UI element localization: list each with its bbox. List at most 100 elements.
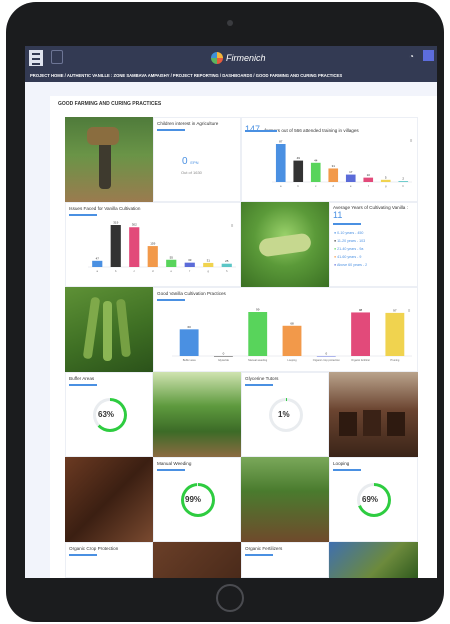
breadcrumb[interactable]: PROJECT HOME / AUTHENTIC VANILLE : ZONE … (25, 70, 437, 82)
bar (214, 356, 233, 357)
tablet-frame: Firmenich ◔ PROJECT HOME / AUTHENTIC VAN… (6, 2, 444, 622)
category-label: Organic fertilizer (351, 358, 370, 362)
bar (275, 144, 286, 182)
weeding-title: Manual Weeding (157, 461, 192, 466)
practices-card[interactable]: Good Vanilla Cultivation Practices ≡ 60 B… (153, 287, 418, 372)
category-label: g (208, 270, 210, 273)
category-label: e (350, 185, 352, 188)
bar (282, 325, 302, 356)
title-underline (333, 223, 361, 225)
data-label: 0 (223, 352, 225, 356)
title-underline (69, 554, 97, 556)
data-label: 44 (314, 158, 318, 162)
cured-vanilla-photo (329, 372, 418, 457)
category-label: d (152, 269, 154, 273)
practices-chart: 60 Buffer area 0 Glyceride 99 Manual weeding 6… (172, 308, 412, 362)
weeding-card[interactable]: Manual Weeding 99% (153, 457, 241, 542)
organic-crop-title: Organic Crop Protection (69, 546, 119, 551)
years-item-3: 21-40 years - 9a (337, 247, 364, 251)
category-label: b (298, 184, 300, 188)
logo-mark (211, 52, 223, 64)
organic-fert-card[interactable]: Organic Fertilizers (241, 542, 329, 578)
bar (316, 356, 336, 357)
category-label: Organic crop protection (313, 358, 341, 362)
menu-icon[interactable] (29, 50, 43, 66)
bar (398, 181, 409, 182)
bar (328, 168, 339, 182)
title-underline (245, 554, 273, 556)
years-item-2: 11-20 years - 103 (337, 239, 366, 243)
top-bar: Firmenich ◔ (25, 46, 437, 70)
buffer-value: 63% (98, 410, 115, 419)
children-card[interactable]: Children interest in Agriculture 0 EPN O… (153, 117, 241, 202)
data-label: 10 (367, 173, 371, 177)
vanilla-flower-photo (241, 202, 329, 287)
category-label: Pruning (390, 358, 399, 362)
data-label: 17 (349, 170, 353, 174)
looping-card[interactable]: Looping 69% (329, 457, 418, 542)
glyceride-value: 1% (278, 410, 290, 419)
children-unit: EPN (190, 160, 199, 165)
farmer-photo (65, 117, 153, 202)
data-label: 25 (225, 259, 229, 263)
data-label: 55 (170, 255, 174, 259)
bar (221, 263, 232, 267)
category-label: c (315, 185, 317, 188)
title-underline (157, 469, 185, 471)
vanilla-rows-photo (241, 457, 329, 542)
looping-value: 69% (362, 495, 379, 504)
page-title: GOOD FARMING AND CURING PRACTICES (58, 101, 162, 107)
bar (351, 312, 370, 356)
children-sub: Out of 1630 (181, 170, 202, 175)
vanilla-bundle-photo (153, 542, 241, 578)
looping-title: Looping (333, 461, 350, 466)
category-label: f (189, 269, 190, 273)
screen: Firmenich ◔ PROJECT HOME / AUTHENTIC VAN… (25, 46, 437, 578)
bar (92, 260, 103, 267)
data-label: 31 (332, 164, 336, 168)
bar (385, 312, 405, 356)
years-item-5: Above 60 years - 2 (336, 263, 368, 267)
data-label: 0 (325, 352, 327, 356)
home-button[interactable] (216, 584, 244, 612)
bar (110, 225, 121, 267)
camera (227, 20, 233, 26)
logo[interactable]: Firmenich (211, 51, 266, 65)
category-label: h (226, 269, 228, 273)
data-label: 98 (359, 308, 363, 312)
data-label: 97 (393, 308, 397, 312)
category-label: Glyceride (218, 358, 230, 362)
dashboard-grid: Children interest in Agriculture 0 EPN O… (65, 117, 418, 578)
bar (129, 227, 140, 267)
glyceride-card[interactable]: Glycerine Tutors 1% (241, 372, 329, 457)
bar (166, 259, 177, 267)
user-icon[interactable] (423, 50, 434, 61)
children-value: 0 (182, 156, 188, 167)
glyceride-title: Glycerine Tutors (245, 376, 279, 381)
bar (203, 262, 214, 267)
data-label: 31 (207, 258, 211, 262)
data-label: 47 (96, 256, 100, 260)
years-value: 11 (333, 210, 343, 220)
back-icon[interactable] (51, 50, 63, 64)
bar (184, 262, 195, 267)
bar (380, 179, 391, 182)
buffer-card[interactable]: Buffer Areas 63% (65, 372, 153, 457)
dried-pods-photo (65, 457, 153, 542)
bar (345, 174, 356, 182)
training-chart: 87 a 49 b 44 c 31 d 17 e 10 f 5 g 2 h (272, 140, 412, 188)
data-label: 2 (402, 177, 404, 181)
data-label: 33 (188, 258, 192, 262)
category-label: a (280, 185, 282, 188)
organic-crop-card[interactable]: Organic Crop Protection (65, 542, 153, 578)
logo-text: Firmenich (226, 53, 266, 63)
issues-card[interactable]: Issues Faced for Vanilla Cultivation ≡ 4… (65, 202, 241, 287)
category-label: Buffer area (183, 358, 196, 362)
data-label: 49 (297, 156, 301, 160)
training-card[interactable]: 147 farmers out of 566 attended training… (241, 117, 418, 202)
years-title: Average Years of Cultivating Vanilla : (333, 205, 408, 210)
years-card[interactable]: Average Years of Cultivating Vanilla : 1… (329, 202, 418, 287)
category-label: e (171, 270, 173, 273)
title-underline (69, 384, 97, 386)
category-label: f (368, 184, 369, 188)
